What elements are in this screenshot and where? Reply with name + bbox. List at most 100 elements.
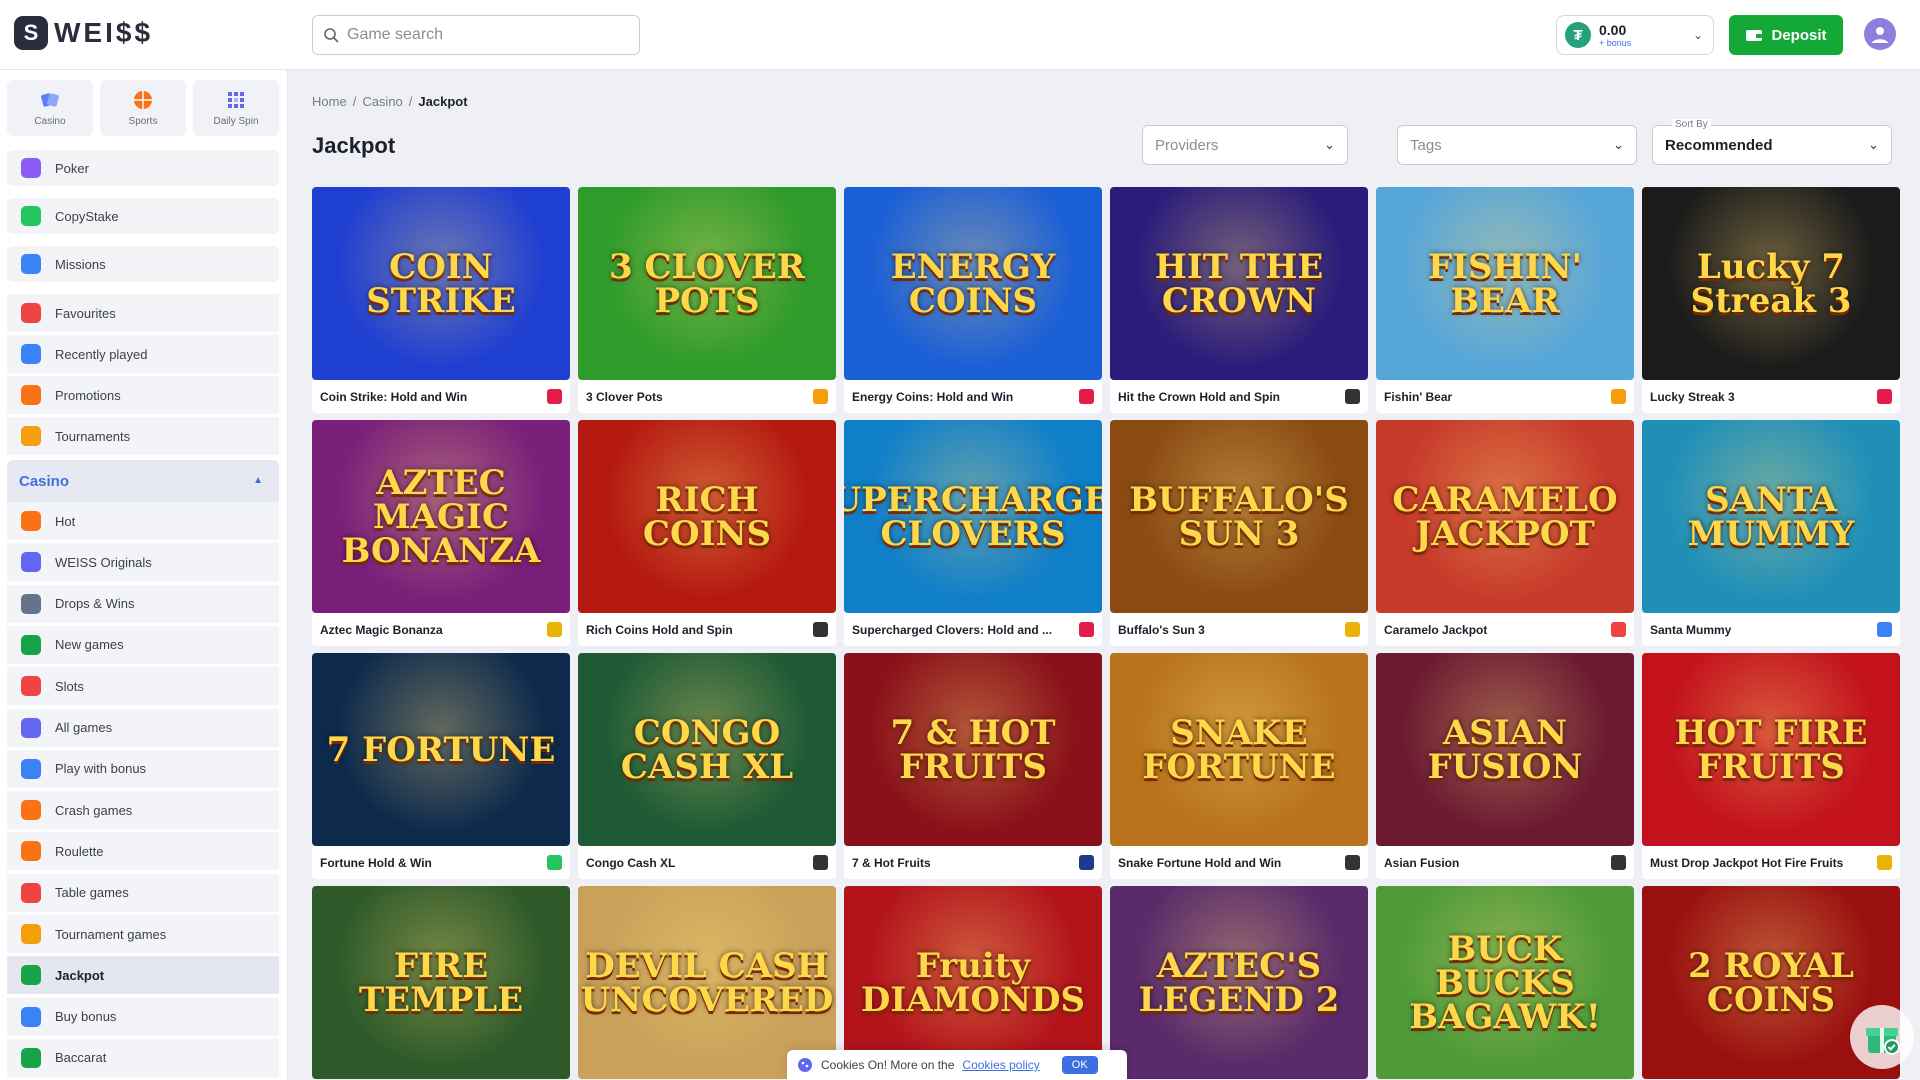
game-search[interactable] — [312, 15, 640, 55]
game-card[interactable]: SANTA MUMMY Santa Mummy — [1642, 420, 1900, 646]
logo[interactable]: S WEI$$ — [14, 16, 153, 50]
game-card[interactable]: 7 FORTUNE Fortune Hold & Win — [312, 653, 570, 879]
game-card-footer: Asian Fusion — [1376, 846, 1634, 879]
game-card[interactable]: HIT THE CROWN Hit the Crown Hold and Spin — [1110, 187, 1368, 413]
cookie-ok-button[interactable]: OK — [1061, 1056, 1098, 1074]
game-name: Buffalo's Sun 3 — [1118, 622, 1205, 637]
chevron-down-icon: ⌄ — [1868, 137, 1879, 152]
game-thumbnail[interactable]: HOT FIRE FRUITS — [1642, 653, 1900, 846]
breadcrumb-home[interactable]: Home — [312, 94, 347, 109]
cookie-banner: Cookies On! More on the Cookies policy O… — [787, 1050, 1127, 1080]
sidebar-item-hot[interactable]: Hot — [7, 502, 279, 540]
deposit-button[interactable]: Deposit — [1729, 15, 1843, 55]
game-thumbnail[interactable]: FISHIN' BEAR — [1376, 187, 1634, 380]
sidebar-item-jackpot[interactable]: Jackpot — [7, 956, 279, 995]
sidebar-item-copystake[interactable]: CopyStake — [7, 198, 279, 234]
sidebar-item-slots[interactable]: Slots — [7, 667, 279, 706]
cookie-policy-link[interactable]: Cookies policy — [962, 1058, 1039, 1072]
game-thumbnail[interactable]: CONGO CASH XL — [578, 653, 836, 846]
game-card[interactable]: BUFFALO'S SUN 3 Buffalo's Sun 3 — [1110, 420, 1368, 646]
game-thumbnail[interactable]: AZTEC MAGIC BONANZA — [312, 420, 570, 613]
game-thumbnail[interactable]: ENERGY COINS — [844, 187, 1102, 380]
game-card[interactable]: 7 & HOT FRUITS 7 & Hot Fruits — [844, 653, 1102, 879]
providers-filter[interactable]: Providers ⌄ — [1142, 125, 1348, 165]
sidebar-item-drops-wins[interactable]: Drops & Wins — [7, 584, 279, 623]
gift-widget[interactable] — [1850, 1005, 1914, 1069]
sidebar-item-play-with-bonus[interactable]: Play with bonus — [7, 749, 279, 788]
game-thumbnail[interactable]: COIN STRIKE — [312, 187, 570, 380]
game-card[interactable]: COIN STRIKE Coin Strike: Hold and Win — [312, 187, 570, 413]
game-card[interactable]: BUCK BUCKS BAGAWK! — [1376, 886, 1634, 1080]
game-card[interactable]: CONGO CASH XL Congo Cash XL — [578, 653, 836, 879]
game-card[interactable]: CARAMELO JACKPOT Caramelo Jackpot — [1376, 420, 1634, 646]
game-card[interactable]: ASIAN FUSION Asian Fusion — [1376, 653, 1634, 879]
quick-casino[interactable]: Casino — [7, 80, 93, 136]
game-thumbnail[interactable]: CARAMELO JACKPOT — [1376, 420, 1634, 613]
breadcrumb-casino[interactable]: Casino — [362, 94, 402, 109]
jackpot-icon — [21, 965, 41, 986]
game-art-title: COIN STRIKE — [366, 246, 516, 321]
new-icon — [21, 634, 41, 655]
game-thumbnail[interactable]: ASIAN FUSION — [1376, 653, 1634, 846]
game-card[interactable]: ENERGY COINS Energy Coins: Hold and Win — [844, 187, 1102, 413]
casino-section-header[interactable]: Casino ▲ — [7, 460, 279, 502]
game-art-title: FISHIN' BEAR — [1427, 246, 1583, 321]
quick-sports[interactable]: Sports — [100, 80, 186, 136]
game-card[interactable]: SUPERCHARGED CLOVERS Supercharged Clovers… — [844, 420, 1102, 646]
balance-selector[interactable]: ₮ 0.00 + bonus ⌄ — [1556, 15, 1714, 55]
game-thumbnail[interactable]: BUCK BUCKS BAGAWK! — [1376, 886, 1634, 1079]
game-card[interactable]: FIRE TEMPLE — [312, 886, 570, 1080]
sidebar-item-promotions[interactable]: Promotions — [7, 376, 279, 414]
sidebar-item-poker[interactable]: Poker — [7, 150, 279, 186]
game-thumbnail[interactable]: AZTEC'S LEGEND 2 — [1110, 886, 1368, 1079]
search-input[interactable] — [347, 26, 627, 44]
game-thumbnail[interactable]: 3 CLOVER POTS — [578, 187, 836, 380]
sidebar-item-missions[interactable]: Missions — [7, 246, 279, 282]
game-thumbnail[interactable]: FIRE TEMPLE — [312, 886, 570, 1079]
sidebar-item-tournament-games[interactable]: Tournament games — [7, 915, 279, 953]
game-card[interactable]: RICH COINS Rich Coins Hold and Spin — [578, 420, 836, 646]
game-card[interactable]: SNAKE FORTUNE Snake Fortune Hold and Win — [1110, 653, 1368, 879]
game-name: 3 Clover Pots — [586, 389, 663, 404]
game-art-title: HIT THE CROWN — [1154, 246, 1324, 321]
game-thumbnail[interactable]: Lucky 7 Streak 3 — [1642, 187, 1900, 380]
user-avatar[interactable] — [1864, 18, 1896, 50]
sidebar-item-baccarat[interactable]: Baccarat — [7, 1038, 279, 1077]
sort-select[interactable]: Recommended ⌄ — [1652, 125, 1892, 165]
sidebar-item-recently-played[interactable]: Recently played — [7, 335, 279, 373]
sidebar-item-roulette[interactable]: Roulette — [7, 832, 279, 871]
sidebar-item-all-games[interactable]: All games — [7, 708, 279, 747]
tags-filter[interactable]: Tags ⌄ — [1397, 125, 1637, 165]
game-card[interactable]: AZTEC'S LEGEND 2 — [1110, 886, 1368, 1080]
sidebar-item-label: Missions — [55, 256, 106, 272]
game-thumbnail[interactable]: 7 FORTUNE — [312, 653, 570, 846]
game-art-title: Lucky 7 Streak 3 — [1690, 246, 1852, 321]
quick-daily-spin[interactable]: Daily Spin — [193, 80, 279, 136]
sidebar-item-label: Poker — [55, 160, 89, 176]
game-thumbnail[interactable]: RICH COINS — [578, 420, 836, 613]
game-card[interactable]: FISHIN' BEAR Fishin' Bear — [1376, 187, 1634, 413]
game-card-footer: Aztec Magic Bonanza — [312, 613, 570, 646]
provider-icon — [1611, 389, 1626, 404]
sidebar-item-crash-games[interactable]: Crash games — [7, 791, 279, 830]
game-art-title: RICH COINS — [642, 479, 772, 554]
sidebar-item-table-games[interactable]: Table games — [7, 873, 279, 912]
sidebar-item-weiss-originals[interactable]: WEISS Originals — [7, 543, 279, 582]
game-thumbnail[interactable]: SANTA MUMMY — [1642, 420, 1900, 613]
game-thumbnail[interactable]: HIT THE CROWN — [1110, 187, 1368, 380]
game-card-footer: Caramelo Jackpot — [1376, 613, 1634, 646]
hot-icon — [21, 511, 41, 531]
game-card[interactable]: Lucky 7 Streak 3 Lucky Streak 3 — [1642, 187, 1900, 413]
tags-label: Tags — [1410, 136, 1442, 154]
sidebar-item-new-games[interactable]: New games — [7, 625, 279, 664]
game-thumbnail[interactable]: BUFFALO'S SUN 3 — [1110, 420, 1368, 613]
game-thumbnail[interactable]: 7 & HOT FRUITS — [844, 653, 1102, 846]
game-thumbnail[interactable]: SNAKE FORTUNE — [1110, 653, 1368, 846]
game-card[interactable]: AZTEC MAGIC BONANZA Aztec Magic Bonanza — [312, 420, 570, 646]
game-thumbnail[interactable]: SUPERCHARGED CLOVERS — [844, 420, 1102, 613]
game-card[interactable]: 3 CLOVER POTS 3 Clover Pots — [578, 187, 836, 413]
sidebar-item-tournaments[interactable]: Tournaments — [7, 417, 279, 455]
sidebar-item-favourites[interactable]: Favourites — [7, 294, 279, 332]
sidebar-item-buy-bonus[interactable]: Buy bonus — [7, 997, 279, 1036]
game-card[interactable]: HOT FIRE FRUITS Must Drop Jackpot Hot Fir… — [1642, 653, 1900, 879]
